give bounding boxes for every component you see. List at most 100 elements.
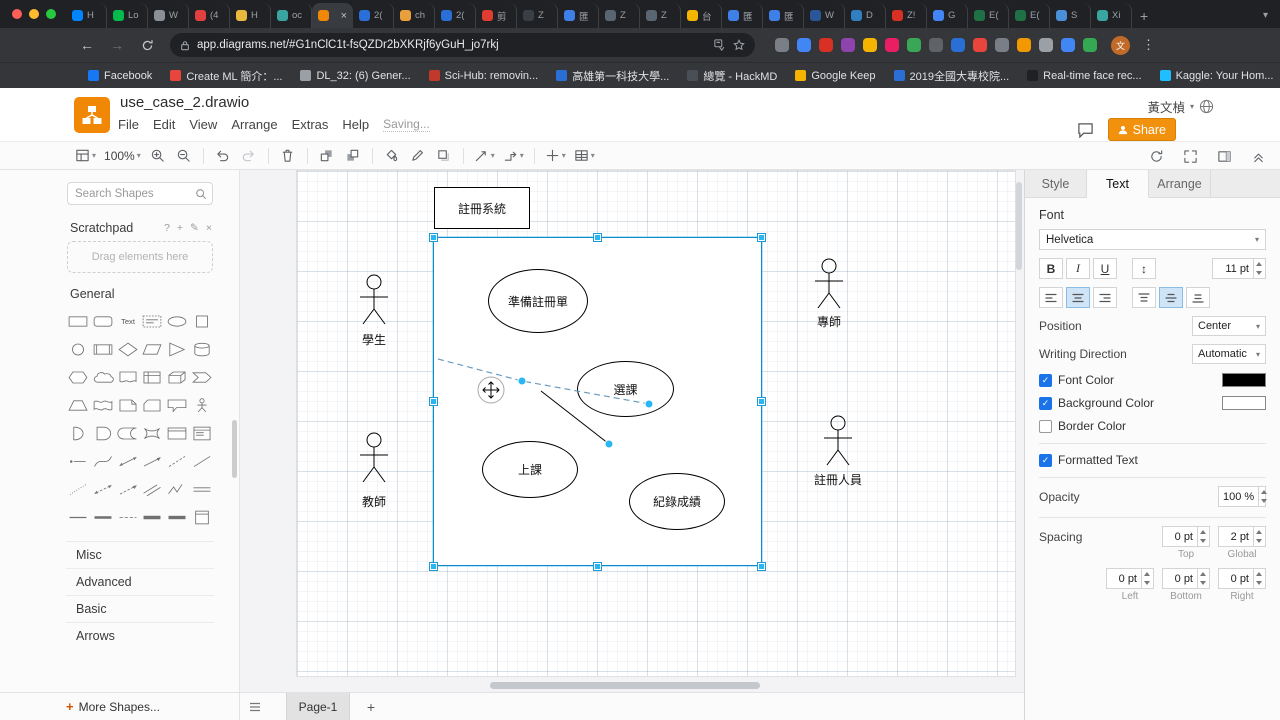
shape-note[interactable] [115,391,140,419]
actor-label-teacher[interactable]: 教師 [339,493,409,510]
shape-switch[interactable] [140,419,165,447]
font-color-swatch[interactable] [1222,373,1266,387]
usecase-course-selection[interactable]: 選課 [577,361,674,417]
menu-help[interactable]: Help [342,117,369,132]
extension-icon[interactable] [907,38,921,52]
fill-color-button[interactable] [380,144,404,168]
browser-tab[interactable]: W [804,3,845,28]
browser-tab[interactable]: G [927,3,968,28]
usecase-prepare-registration-form[interactable]: 準備註冊單 [488,269,588,333]
shape-dotted-line[interactable] [66,475,91,503]
bold-button[interactable]: B [1039,258,1063,279]
back-button[interactable]: ← [74,32,100,58]
extension-icon[interactable] [863,38,877,52]
shape-bidirectional-connector[interactable] [91,475,116,503]
scratchpad-add-icon[interactable]: + [177,222,183,234]
omnibox[interactable]: app.diagrams.net/#G1nClC1t-fsQZDr2bXKRjf… [170,33,755,57]
bookmark-star-icon[interactable] [733,39,745,51]
profile-avatar[interactable]: 文 [1111,35,1130,55]
browser-tab[interactable]: 2( [353,3,394,28]
section-advanced[interactable]: Advanced [66,568,214,595]
extension-icon[interactable] [1017,38,1031,52]
zoom-in-button[interactable] [146,144,170,168]
shape-directional-connector[interactable] [115,475,140,503]
search-shapes-input[interactable] [67,182,213,205]
shape-and[interactable] [91,419,116,447]
table-button[interactable]: ▾ [571,144,598,168]
spacing-left-stepper[interactable]: 0 pt [1106,568,1154,589]
canvas-horizontal-scrollbar[interactable] [490,682,760,689]
browser-tab[interactable]: 匯 [722,3,763,28]
shape-dashed-line[interactable] [165,447,190,475]
extension-icon[interactable] [1039,38,1053,52]
bookmark-item[interactable]: Sci-Hub: removin... [428,70,538,82]
add-page-button[interactable]: + [356,699,386,715]
browser-tab[interactable]: S [1050,3,1091,28]
shape-ellipse[interactable] [165,307,190,335]
browser-tab[interactable]: (4 [189,3,230,28]
spacing-top-stepper[interactable]: 0 pt [1162,526,1210,547]
shape-document[interactable] [115,363,140,391]
actor-label-registrar[interactable]: 註冊人員 [803,471,873,488]
bookmark-item[interactable]: 2019全國大專校院... [893,68,1009,84]
shape-cloud[interactable] [91,363,116,391]
browser-tab[interactable]: H [230,3,271,28]
usecase-record-grades[interactable]: 紀錄成績 [629,473,725,530]
scratchpad-help-icon[interactable]: ? [164,222,170,234]
menu-view[interactable]: View [189,117,217,132]
shape-line[interactable] [189,447,214,475]
diagram-canvas[interactable]: 註冊系統 準備註冊單 選課 上課 紀錄成績 學生 教師 專師 註冊人員 [240,170,1024,692]
more-shapes-button[interactable]: + More Shapes... [0,693,240,720]
shadow-button[interactable] [432,144,456,168]
shape-square[interactable] [189,307,214,335]
section-basic[interactable]: Basic [66,595,214,622]
background-color-checkbox[interactable] [1039,396,1052,410]
window-zoom-icon[interactable] [46,9,56,19]
tab-close-icon[interactable]: × [341,10,347,22]
edit-style-button[interactable] [406,144,430,168]
font-size-stepper[interactable]: 11 pt [1212,258,1266,279]
extension-icon[interactable] [819,38,833,52]
browser-tab[interactable]: W [148,3,189,28]
opacity-spin[interactable] [1258,487,1267,506]
shape-circle[interactable] [66,335,91,363]
forward-button[interactable]: → [104,32,130,58]
extension-icon[interactable] [841,38,855,52]
spacing-global-stepper[interactable]: 2 pt [1218,526,1266,547]
shape-card[interactable] [140,391,165,419]
shape-trapezoid[interactable] [66,391,91,419]
waypoints-button[interactable]: ▾ [500,144,527,168]
align-center-button[interactable] [1066,287,1090,308]
pages-menu-icon[interactable] [240,702,270,712]
section-general[interactable]: General [70,287,210,301]
comments-icon[interactable] [1077,122,1094,138]
italic-button[interactable]: I [1066,258,1090,279]
redo-button[interactable] [237,144,261,168]
bookmark-item[interactable]: Real-time face rec... [1027,70,1142,82]
selection-handle-se[interactable] [758,563,765,570]
to-back-button[interactable] [341,144,365,168]
view-button[interactable]: ▾ [72,144,99,168]
shape-hexagon[interactable] [66,363,91,391]
extension-icon[interactable] [995,38,1009,52]
shape-data-storage[interactable] [115,419,140,447]
browser-tab[interactable]: D [845,3,886,28]
menu-arrange[interactable]: Arrange [231,117,277,132]
bookmark-item[interactable]: Kaggle: Your Hom... [1159,70,1273,82]
language-globe-icon[interactable] [1199,99,1214,114]
font-color-checkbox[interactable] [1039,373,1052,387]
shape-actor[interactable] [189,391,214,419]
shape-list[interactable] [189,419,214,447]
selection-handle-w[interactable] [430,398,437,405]
section-misc[interactable]: Misc [66,541,214,568]
shape-parallelogram[interactable] [140,335,165,363]
extension-icon[interactable] [929,38,943,52]
extension-icon[interactable] [1083,38,1097,52]
browser-tab[interactable]: 2( [435,3,476,28]
menu-extras[interactable]: Extras [292,117,329,132]
browser-tab[interactable]: 台 [681,3,722,28]
undo-button[interactable] [211,144,235,168]
menu-edit[interactable]: Edit [153,117,175,132]
browser-tab[interactable]: × [312,3,353,28]
format-panel-toggle-button[interactable] [1212,144,1236,168]
